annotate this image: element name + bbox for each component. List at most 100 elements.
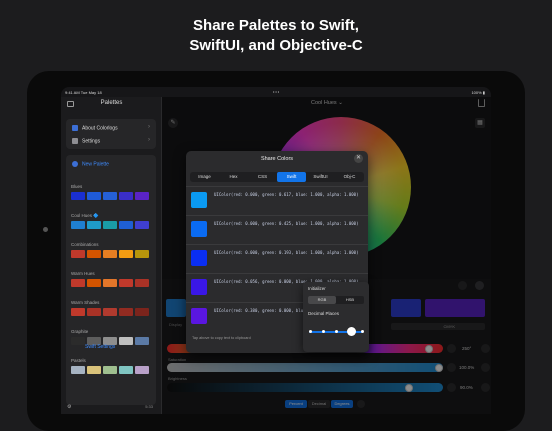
palette-name[interactable]: Pastels: [71, 358, 86, 363]
palette-swatch: [71, 279, 85, 287]
slider-tick: [322, 329, 325, 333]
status-bar: 9:41 AM Tue May 18 ••• 100% ▮: [61, 87, 491, 97]
color-swatch: [191, 192, 207, 208]
palette-swatch: [71, 192, 85, 200]
modal-title: Share Colors: [260, 156, 294, 162]
palette-swatch: [103, 192, 117, 200]
palette-swatch: [71, 366, 85, 374]
palette-swatch: [119, 308, 133, 316]
color-swatch: [191, 279, 207, 295]
status-time: 9:41 AM Tue May 18: [65, 90, 102, 95]
chevron-right-icon: ›: [148, 124, 150, 130]
front-camera: [43, 227, 48, 232]
palette-swatch: [87, 250, 101, 258]
format-tabs: Image Hex CSS Swift SwiftUI Obj-C: [190, 172, 364, 182]
tab-objc[interactable]: Obj-C: [335, 172, 364, 182]
palette-name[interactable]: Blues: [71, 184, 82, 189]
palette-swatch: [103, 250, 117, 258]
sidebar-item-about[interactable]: About Colorlogs: [72, 125, 118, 131]
headline-line-1: Share Palettes to Swift,: [193, 17, 359, 34]
palette-swatch: [135, 279, 149, 287]
color-swatch: [191, 221, 207, 237]
palette-swatch: [71, 250, 85, 258]
palette-swatches[interactable]: [71, 279, 149, 287]
palette-swatch: [87, 279, 101, 287]
palette-swatch: [87, 366, 101, 374]
slider-tick: [309, 329, 312, 333]
palette-swatches[interactable]: [71, 308, 149, 316]
tab-swift[interactable]: Swift: [277, 172, 306, 182]
palette-name[interactable]: Warm Shades: [71, 300, 99, 305]
palette-swatch: [87, 192, 101, 200]
palette-name[interactable]: Graphite: [71, 329, 88, 334]
sidebar-menu-card: About Colorlogs › Settings ›: [66, 119, 156, 149]
palette-swatch: [135, 308, 149, 316]
chevron-right-icon: ›: [148, 137, 150, 143]
palette-swatch: [119, 279, 133, 287]
copy-hint: Tap above to copy text to clipboard: [192, 336, 251, 340]
sidebar-footer-time: 5:33: [145, 404, 153, 409]
battery-indicator: 100% ▮: [471, 90, 485, 95]
palette-swatch: [71, 221, 85, 229]
gear-icon[interactable]: ⚙: [67, 404, 71, 410]
palette-swatch: [119, 192, 133, 200]
palette-name[interactable]: Cool Hues 🔷: [71, 213, 99, 219]
palette-swatch: [87, 221, 101, 229]
swift-settings-popover: Initializer RGB HSB Decimal Places: [303, 282, 369, 352]
tab-swiftui[interactable]: SwiftUI: [306, 172, 335, 182]
color-swatch: [191, 250, 207, 266]
palette-swatch: [135, 337, 149, 345]
app-screen: 9:41 AM Tue May 18 ••• 100% ▮ Palettes A…: [61, 87, 491, 414]
palette-swatches[interactable]: [71, 221, 149, 229]
sidebar-title: Palettes: [100, 100, 123, 106]
gear-icon: [72, 138, 78, 144]
palette-swatch: [87, 308, 101, 316]
new-palette-button[interactable]: New Palette: [72, 161, 109, 167]
palette-swatch: [135, 221, 149, 229]
palette-swatches[interactable]: [71, 250, 149, 258]
color-swatch: [191, 308, 207, 324]
slider-tick: [335, 329, 338, 333]
headline-line-2: SwiftUI, and Objective-C: [189, 37, 363, 54]
tab-css[interactable]: CSS: [248, 172, 277, 182]
tab-hex[interactable]: Hex: [219, 172, 248, 182]
plus-icon: [72, 161, 78, 167]
palette-name[interactable]: Combinations: [71, 242, 99, 247]
code-row[interactable]: UIColor(red: 0.000, green: 0.425, blue: …: [186, 215, 368, 243]
code-snippet[interactable]: UIColor(red: 0.000, green: 0.617, blue: …: [214, 192, 364, 198]
decimal-places-label: Decimal Places: [308, 311, 340, 316]
tab-image[interactable]: Image: [190, 172, 219, 182]
close-icon[interactable]: ✕: [354, 154, 363, 163]
palette-swatch: [135, 366, 149, 374]
code-snippet[interactable]: UIColor(red: 0.000, green: 0.425, blue: …: [214, 221, 364, 227]
code-row[interactable]: UIColor(red: 0.000, green: 0.617, blue: …: [186, 186, 368, 214]
slider-tick: [361, 329, 364, 333]
palette-swatch: [103, 221, 117, 229]
initializer-label: Initializer: [308, 286, 326, 291]
palette-swatch: [103, 366, 117, 374]
palette-name[interactable]: Warm Hues: [71, 271, 95, 276]
palette-swatch: [71, 308, 85, 316]
swift-settings-link[interactable]: Swift Settings: [85, 344, 115, 350]
info-icon: [72, 125, 78, 131]
initializer-segment: RGB HSB: [308, 296, 364, 304]
palette-swatch: [71, 337, 85, 345]
palette-swatch: [135, 192, 149, 200]
palette-swatch: [103, 308, 117, 316]
multitask-dots[interactable]: •••: [273, 89, 280, 94]
palette-swatch: [119, 366, 133, 374]
palette-swatches[interactable]: [71, 366, 149, 374]
palette-swatch: [119, 250, 133, 258]
palette-swatches[interactable]: [71, 192, 149, 200]
palette-swatch: [135, 250, 149, 258]
palette-swatch: [119, 337, 133, 345]
sidebar: Palettes About Colorlogs › Settings › Ne…: [61, 97, 162, 414]
code-row[interactable]: UIColor(red: 0.000, green: 0.193, blue: …: [186, 244, 368, 272]
code-snippet[interactable]: UIColor(red: 0.000, green: 0.193, blue: …: [214, 250, 364, 256]
headline: Share Palettes to Swift, SwiftUI, and Ob…: [0, 16, 552, 56]
palette-swatch: [103, 279, 117, 287]
sidebar-item-settings[interactable]: Settings: [72, 138, 100, 144]
decimal-places-knob[interactable]: [347, 327, 356, 336]
option-hsb[interactable]: HSB: [336, 296, 364, 304]
option-rgb[interactable]: RGB: [308, 296, 336, 304]
